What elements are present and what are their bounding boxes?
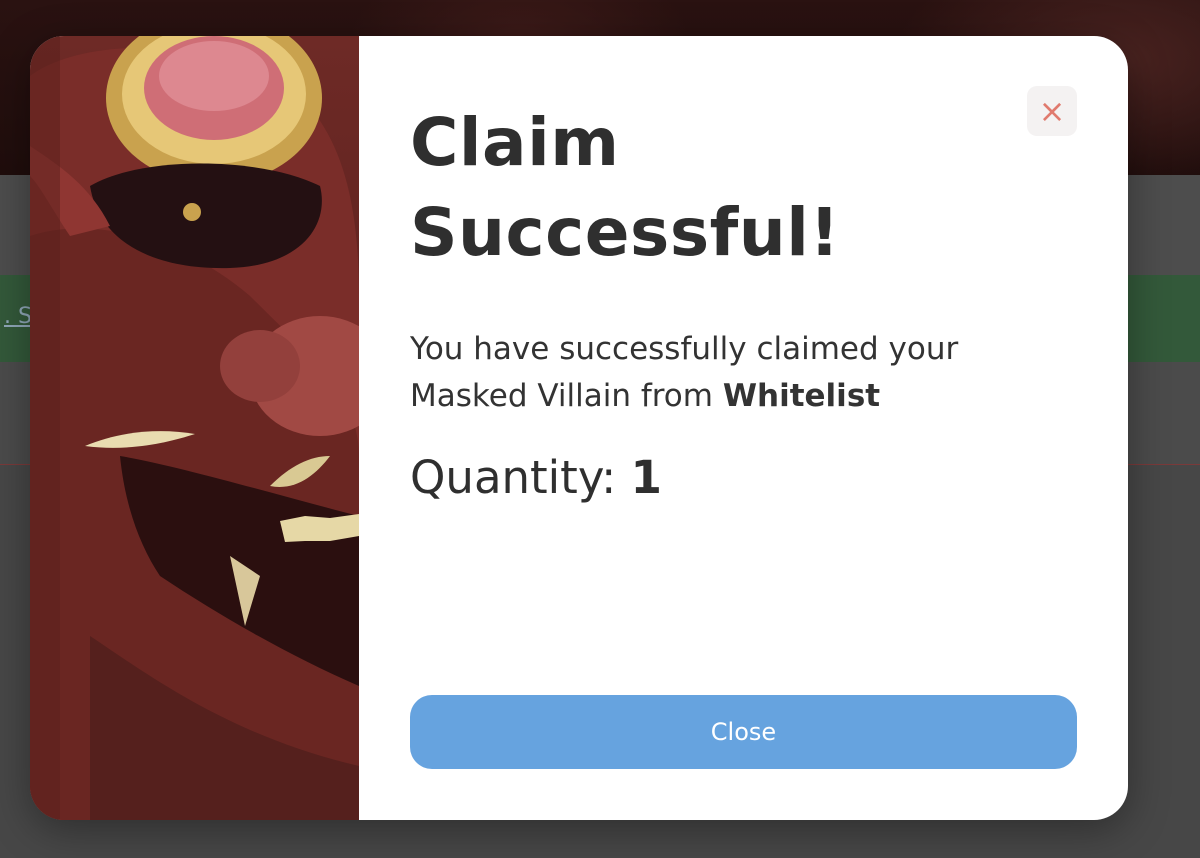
quantity-label: Quantity:: [410, 451, 631, 504]
modal-content: × Claim Successful! You have successfull…: [359, 36, 1128, 820]
close-icon-button[interactable]: ×: [1027, 86, 1077, 136]
quantity-line: Quantity: 1: [410, 448, 662, 508]
close-icon: ×: [1038, 92, 1066, 130]
oni-mask-illustration: [30, 36, 390, 820]
quantity-value: 1: [630, 451, 662, 504]
claim-source: Whitelist: [722, 378, 881, 414]
success-message: You have successfully claimed your Maske…: [410, 326, 1070, 420]
masked-villain-art: [30, 36, 390, 820]
claim-success-modal: × Claim Successful! You have successfull…: [30, 36, 1128, 820]
modal-title: Claim Successful!: [410, 104, 841, 271]
close-button[interactable]: Close: [410, 695, 1077, 769]
